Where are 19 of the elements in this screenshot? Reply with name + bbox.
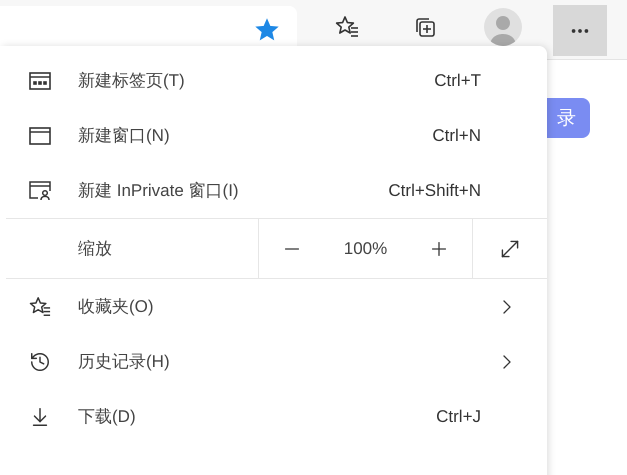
shortcut-text: Ctrl+Shift+N: [388, 180, 481, 200]
star-icon[interactable]: [255, 18, 280, 42]
menu-item-label: 下载(D): [78, 406, 136, 428]
private-window-icon: [28, 178, 52, 202]
menu-item-label: 历史记录(H): [78, 351, 170, 373]
shortcut-text: Ctrl+J: [436, 406, 481, 426]
menu-item[interactable]: 收藏夹(O): [0, 279, 547, 334]
menu-item[interactable]: 下载(D) Ctrl+J: [0, 389, 547, 444]
shortcut-text: Ctrl+T: [434, 70, 481, 90]
zoom-value: 100%: [344, 238, 388, 258]
favorites-icon: [28, 294, 52, 318]
menu-item-label: 新建 InPrivate 窗口(I): [78, 180, 239, 202]
menu-item[interactable]: 新建 InPrivate 窗口(I) Ctrl+Shift+N: [0, 163, 547, 218]
menu-item[interactable]: 历史记录(H): [0, 334, 547, 389]
menu-item-label: 收藏夹(O): [78, 296, 154, 318]
menu-item-label: 新建窗口(N): [78, 125, 170, 147]
zoom-label: 缩放: [77, 238, 113, 260]
shortcut-text: Ctrl+N: [432, 126, 481, 146]
menu-item-label: 新建标签页(T): [78, 70, 185, 92]
